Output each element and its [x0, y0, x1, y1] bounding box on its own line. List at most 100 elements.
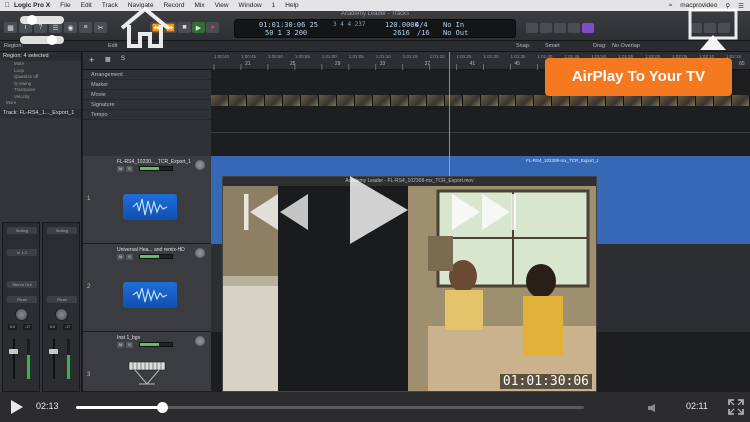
- snap-select[interactable]: Smart: [545, 43, 560, 49]
- global-track-arrangement[interactable]: Arrangement: [83, 70, 211, 80]
- ruler-bar-label: 45: [515, 61, 521, 67]
- track-mute-solo: M S: [117, 254, 133, 260]
- pan-knob[interactable]: [55, 308, 68, 321]
- audio-waveform-icon: [123, 282, 177, 308]
- track-pan-knob[interactable]: [195, 336, 205, 346]
- solo-button[interactable]: [568, 23, 580, 33]
- track-pan-knob[interactable]: [195, 248, 205, 258]
- menu-help[interactable]: Help: [285, 2, 298, 9]
- movie-frame: [588, 95, 606, 106]
- seek-progress: [76, 406, 163, 409]
- ruler-bar-label: 25: [290, 61, 296, 67]
- add-track-icon[interactable]: +: [89, 55, 94, 65]
- ruler-bar-label: 33: [380, 61, 386, 67]
- solo-button[interactable]: S: [126, 166, 133, 172]
- track-volume-slider[interactable]: [139, 342, 173, 347]
- fast-forward-icon[interactable]: [448, 190, 517, 236]
- editors-button[interactable]: ✂: [94, 22, 107, 33]
- ruler-time-label: 1:01:35: [510, 54, 526, 59]
- ruler-bar-label: 29: [335, 61, 341, 67]
- movie-timecode: 01:01:30:06: [499, 374, 592, 389]
- track-name[interactable]: FL-RS4_10230..._TCR_Export_1: [117, 159, 191, 165]
- home-icon[interactable]: [118, 6, 172, 50]
- count-in-button[interactable]: [582, 23, 594, 33]
- playback-speed-icon[interactable]: [18, 10, 70, 52]
- solo-icon[interactable]: S: [121, 56, 125, 62]
- keyboard-icon: [127, 358, 167, 388]
- input-slot[interactable]: In 1-2: [7, 249, 37, 256]
- track-volume-slider[interactable]: [139, 166, 173, 171]
- inspector-region-header[interactable]: Region: 4 selected: [0, 52, 81, 61]
- volume-fader[interactable]: [9, 349, 18, 354]
- drag-select[interactable]: No Overlap: [612, 43, 640, 49]
- track-header[interactable]: 3 Inst 1_bgs M S: [83, 332, 211, 392]
- movie-frame: [246, 95, 264, 106]
- apple-icon[interactable]: : [0, 2, 14, 9]
- stop-button[interactable]: ■: [178, 22, 191, 33]
- seek-handle[interactable]: [157, 402, 169, 413]
- ruler-time-label: 1:01:15: [403, 54, 419, 59]
- lcd-signature: 4/4: [415, 21, 428, 29]
- pan-knob[interactable]: [15, 308, 28, 321]
- solo-button[interactable]: S: [126, 342, 133, 348]
- list-icon[interactable]: ☰: [738, 2, 744, 10]
- menu-app[interactable]: Logic Pro X: [14, 2, 50, 9]
- setting-button[interactable]: Setting: [7, 227, 37, 234]
- track-header[interactable]: 2 Universal Hea... and remix-HD M S: [83, 244, 211, 332]
- mixer-button[interactable]: ≡: [79, 22, 92, 33]
- inspector-track-header[interactable]: Track: FL-RS4_1..._Export_1: [0, 108, 81, 118]
- volume-fader[interactable]: [49, 349, 58, 354]
- movie-frame: [714, 95, 732, 106]
- record-button[interactable]: ●: [206, 22, 219, 33]
- mute-button[interactable]: M: [117, 166, 124, 172]
- track-number: 2: [87, 284, 91, 290]
- mute-button[interactable]: M: [117, 342, 124, 348]
- global-track-tempo[interactable]: Tempo: [83, 110, 211, 120]
- track-name[interactable]: Universal Hea... and remix-HD: [117, 247, 185, 253]
- menu-track[interactable]: Track: [102, 2, 118, 9]
- automation-mode[interactable]: Read: [7, 296, 37, 303]
- lcd-in: No In: [443, 21, 465, 29]
- replace-button[interactable]: [540, 23, 552, 33]
- library-button[interactable]: ▦: [4, 22, 17, 33]
- output-slot[interactable]: Stereo Out: [7, 281, 37, 288]
- edit-menu[interactable]: Edit: [108, 43, 117, 49]
- folder-icon[interactable]: ▩: [105, 56, 111, 63]
- airplay-banner[interactable]: AirPlay To Your TV: [545, 58, 732, 96]
- automation-mode[interactable]: Read: [47, 296, 77, 303]
- wifi-icon[interactable]: ≈: [669, 2, 673, 9]
- movie-frame: [570, 95, 588, 106]
- play-button[interactable]: ▶: [192, 22, 205, 33]
- menu-file[interactable]: File: [60, 2, 70, 9]
- play-pause-button[interactable]: [10, 400, 24, 416]
- inspector-more[interactable]: More: [0, 100, 81, 107]
- menu-view[interactable]: View: [215, 2, 229, 9]
- track-name[interactable]: Inst 1_bgs: [117, 335, 140, 341]
- snap-label: Snap:: [516, 43, 531, 49]
- ruler-time-label: 1:01:30: [484, 54, 500, 59]
- solo-button[interactable]: S: [126, 254, 133, 260]
- track-mute-solo: M S: [117, 342, 133, 348]
- play-icon[interactable]: [348, 174, 410, 248]
- seek-bar[interactable]: [76, 402, 584, 413]
- play-icon: [11, 400, 23, 414]
- menu-edit[interactable]: Edit: [81, 2, 92, 9]
- menu-mix[interactable]: Mix: [194, 2, 204, 9]
- lcd-display[interactable]: 01:01:30:06 25 50 1 3 200 3 4 4 237 120.…: [234, 19, 516, 38]
- setting-button[interactable]: Setting: [47, 227, 77, 234]
- airplay-icon[interactable]: [688, 8, 738, 52]
- volume-icon[interactable]: [648, 404, 658, 414]
- global-track-movie[interactable]: Movie: [83, 90, 211, 100]
- cycle-button[interactable]: [526, 23, 538, 33]
- tuner-button[interactable]: [554, 23, 566, 33]
- global-track-marker[interactable]: Marker: [83, 80, 211, 90]
- fullscreen-icon[interactable]: [728, 399, 744, 417]
- track-pan-knob[interactable]: [195, 160, 205, 170]
- rewind-icon[interactable]: [243, 190, 312, 236]
- mute-button[interactable]: M: [117, 254, 124, 260]
- menu-window[interactable]: Window: [239, 2, 262, 9]
- global-track-signature[interactable]: Signature: [83, 100, 211, 110]
- track-header[interactable]: 1 FL-RS4_10230..._TCR_Export_1 M S: [83, 156, 211, 244]
- track-volume-slider[interactable]: [139, 254, 173, 259]
- menu-one[interactable]: 1: [272, 2, 276, 9]
